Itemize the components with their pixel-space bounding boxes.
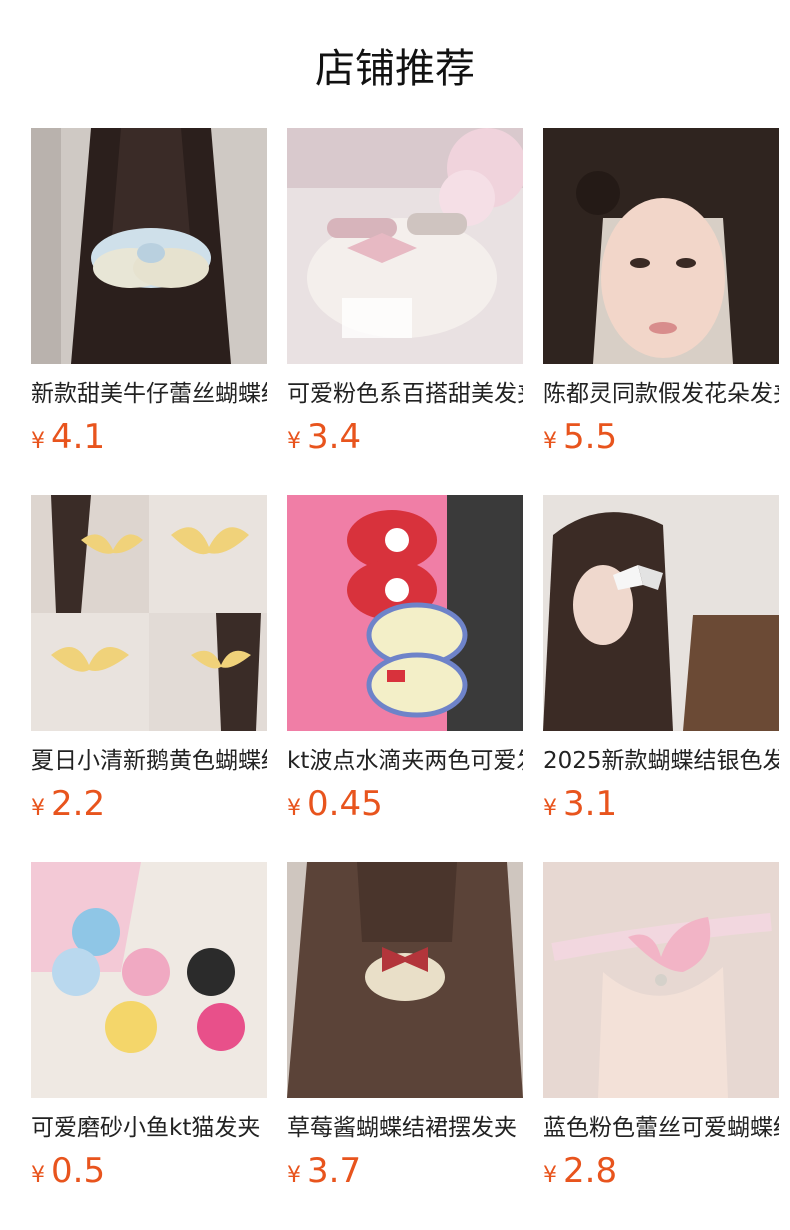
- product-name[interactable]: 蓝色粉色蕾丝可爱蝴蝶结: [543, 1114, 779, 1142]
- product-card[interactable]: 可爱粉色系百搭甜美发夹 ¥3.4: [287, 128, 523, 462]
- product-card[interactable]: 夏日小清新鹅黄色蝴蝶结发夹 ¥2.2: [31, 495, 267, 829]
- product-price: ¥0.5: [31, 1151, 106, 1191]
- product-card[interactable]: 草莓酱蝴蝶结裙摆发夹 ¥3.7: [287, 862, 523, 1196]
- product-image[interactable]: [287, 495, 523, 731]
- product-name[interactable]: 可爱粉色系百搭甜美发夹: [287, 380, 523, 408]
- product-card[interactable]: 新款甜美牛仔蕾丝蝴蝶结发夹 ¥4.1: [31, 128, 267, 462]
- product-price: ¥2.2: [31, 784, 106, 824]
- product-image[interactable]: [31, 495, 267, 731]
- product-image[interactable]: [31, 862, 267, 1098]
- product-name[interactable]: kt波点水滴夹两色可爱发夹: [287, 747, 523, 775]
- product-price: ¥2.8: [543, 1151, 618, 1191]
- product-card[interactable]: kt波点水滴夹两色可爱发夹 ¥0.45: [287, 495, 523, 829]
- product-image[interactable]: [287, 128, 523, 364]
- product-card[interactable]: 蓝色粉色蕾丝可爱蝴蝶结 ¥2.8: [543, 862, 779, 1196]
- product-price: ¥0.45: [287, 784, 383, 824]
- product-price: ¥3.4: [287, 417, 362, 457]
- product-card[interactable]: 可爱磨砂小鱼kt猫发夹 ¥0.5: [31, 862, 267, 1196]
- product-name[interactable]: 夏日小清新鹅黄色蝴蝶结发夹: [31, 747, 267, 775]
- product-name[interactable]: 2025新款蝴蝶结银色发夹: [543, 747, 779, 775]
- product-image[interactable]: [543, 862, 779, 1098]
- product-card[interactable]: 陈都灵同款假发花朵发夹 ¥5.5: [543, 128, 779, 462]
- product-price: ¥5.5: [543, 417, 618, 457]
- product-image[interactable]: [287, 862, 523, 1098]
- product-price: ¥4.1: [31, 417, 106, 457]
- product-image[interactable]: [543, 495, 779, 731]
- product-name[interactable]: 可爱磨砂小鱼kt猫发夹: [31, 1114, 267, 1142]
- product-card[interactable]: 2025新款蝴蝶结银色发夹 ¥3.1: [543, 495, 779, 829]
- product-image[interactable]: [31, 128, 267, 364]
- product-grid: 新款甜美牛仔蕾丝蝴蝶结发夹 ¥4.1 可爱粉色系百搭甜美发夹 ¥3.4: [0, 0, 790, 1230]
- product-price: ¥3.1: [543, 784, 618, 824]
- product-image[interactable]: [543, 128, 779, 364]
- product-name[interactable]: 草莓酱蝴蝶结裙摆发夹: [287, 1114, 523, 1142]
- product-name[interactable]: 新款甜美牛仔蕾丝蝴蝶结发夹: [31, 380, 267, 408]
- product-name[interactable]: 陈都灵同款假发花朵发夹: [543, 380, 779, 408]
- product-price: ¥3.7: [287, 1151, 362, 1191]
